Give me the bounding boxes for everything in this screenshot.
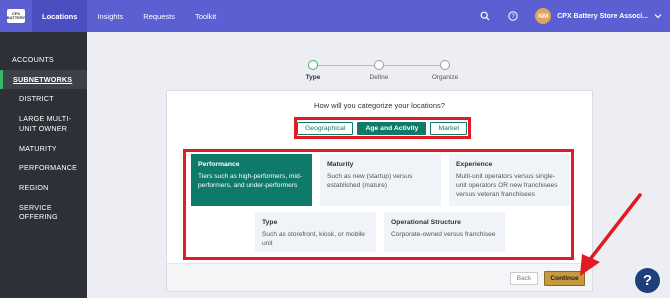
- annotation-options-highlight: [183, 149, 574, 260]
- nav-insights[interactable]: Insights: [87, 0, 133, 32]
- nav-locations[interactable]: Locations: [32, 0, 88, 32]
- sidebar: ACCOUNTS SUBNETWORKS DISTRICT LARGE MULT…: [0, 32, 87, 298]
- sidebar-item-performance[interactable]: PERFORMANCE: [0, 158, 87, 178]
- step-organize-indicator: [440, 60, 450, 70]
- stepper-connector: [384, 65, 446, 66]
- sidebar-item-large-multi-unit-owner[interactable]: LARGE MULTI-UNIT OWNER: [0, 109, 87, 138]
- nav-toolkit[interactable]: Toolkit: [185, 0, 226, 32]
- sidebar-item-accounts[interactable]: ACCOUNTS: [0, 50, 87, 70]
- stepper-connector: [318, 65, 380, 66]
- logo-mark: CPX BATTERY: [7, 9, 25, 23]
- annotation-segment-highlight: [294, 117, 471, 139]
- sidebar-item-region[interactable]: REGION: [0, 178, 87, 198]
- card-footer: Back Continue: [167, 263, 592, 291]
- avatar[interactable]: NM: [535, 8, 552, 24]
- step-type-label: Type: [305, 74, 321, 81]
- sidebar-item-subnetworks[interactable]: SUBNETWORKS: [0, 69, 87, 90]
- step-type-indicator: [308, 60, 318, 70]
- store-name[interactable]: CPX Battery Store Associ...: [557, 13, 648, 20]
- help-circle-icon[interactable]: ?: [499, 0, 527, 32]
- company-logo[interactable]: CPX BATTERY: [0, 0, 32, 32]
- chevron-down-icon[interactable]: [654, 13, 662, 19]
- help-button[interactable]: ?: [635, 268, 660, 293]
- continue-button[interactable]: Continue: [544, 271, 585, 286]
- sidebar-item-service-offering[interactable]: SERVICE OFFERING: [0, 198, 87, 227]
- top-nav: CPX BATTERY Locations Insights Requests …: [0, 0, 670, 32]
- stepper: Type Define Organize: [300, 60, 460, 84]
- sidebar-item-maturity[interactable]: MATURITY: [0, 139, 87, 159]
- step-define-label: Define: [369, 74, 389, 81]
- back-button[interactable]: Back: [510, 272, 538, 285]
- sidebar-item-district[interactable]: DISTRICT: [0, 89, 87, 109]
- question-heading: How will you categorize your locations?: [314, 101, 445, 110]
- step-define-indicator: [374, 60, 384, 70]
- nav-requests[interactable]: Requests: [133, 0, 185, 32]
- step-organize-label: Organize: [431, 74, 459, 81]
- search-icon[interactable]: [471, 0, 499, 32]
